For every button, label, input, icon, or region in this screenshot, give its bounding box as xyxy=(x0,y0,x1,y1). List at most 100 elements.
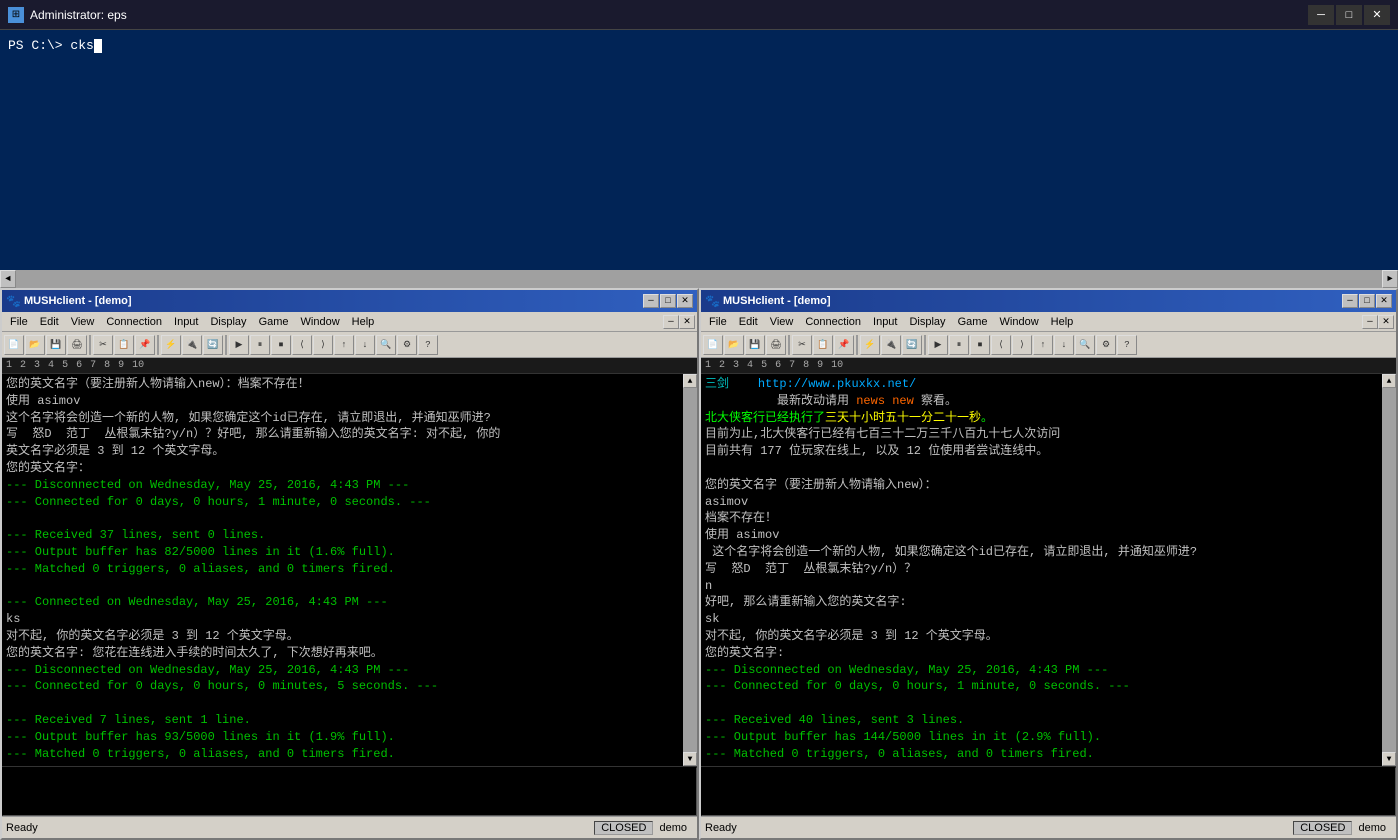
rtb-b8[interactable]: 🔍 xyxy=(1075,335,1095,355)
right-win-controls: ─ □ ✕ xyxy=(1342,294,1392,308)
rtb-b7[interactable]: ↓ xyxy=(1054,335,1074,355)
left-menu-display[interactable]: Display xyxy=(204,312,252,331)
scroll-right-btn[interactable]: ► xyxy=(1382,270,1398,288)
left-menu-view[interactable]: View xyxy=(65,312,101,331)
tb-open[interactable]: 📂 xyxy=(25,335,45,355)
left-statusbar: Ready CLOSED demo xyxy=(2,816,697,838)
left-inner-min[interactable]: ─ xyxy=(663,315,679,329)
tb-b7[interactable]: ↓ xyxy=(355,335,375,355)
rtb-b10[interactable]: ? xyxy=(1117,335,1137,355)
right-content[interactable]: 三剑 http://www.pkuxkx.net/ 最新改动请用 news ne… xyxy=(701,374,1382,766)
right-menu-view[interactable]: View xyxy=(764,312,800,331)
left-menu-help[interactable]: Help xyxy=(346,312,381,331)
left-line-6: 您的英文名字： xyxy=(6,460,679,477)
right-menu-help[interactable]: Help xyxy=(1045,312,1080,331)
left-content[interactable]: 您的英文名字（要注册新人物请输入new）：档案不存在！ 使用 asimov 这个… xyxy=(2,374,683,766)
left-menu-connection[interactable]: Connection xyxy=(100,312,168,331)
ln-5: 5 xyxy=(62,360,68,371)
left-menu-edit[interactable]: Edit xyxy=(34,312,65,331)
tb-copy[interactable]: 📋 xyxy=(114,335,134,355)
tb-b8[interactable]: 🔍 xyxy=(376,335,396,355)
rtb-copy[interactable]: 📋 xyxy=(813,335,833,355)
left-maximize-btn[interactable]: □ xyxy=(660,294,676,308)
ln-9: 9 xyxy=(118,360,124,371)
rtb-cut[interactable]: ✂ xyxy=(792,335,812,355)
left-scrollbar[interactable]: ▲ ▼ xyxy=(683,374,697,766)
rtb-print[interactable]: 🖨 xyxy=(766,335,786,355)
tb-b2[interactable]: ⏸ xyxy=(250,335,270,355)
left-inner-close[interactable]: ✕ xyxy=(679,315,695,329)
rtb-b6[interactable]: ↑ xyxy=(1033,335,1053,355)
ln-10: 10 xyxy=(132,360,144,371)
tb-b4[interactable]: ⟨ xyxy=(292,335,312,355)
tb-save[interactable]: 💾 xyxy=(46,335,66,355)
right-line-22: --- Matched 0 triggers, 0 aliases, and 0… xyxy=(705,746,1378,763)
rtb-b5[interactable]: ⟩ xyxy=(1012,335,1032,355)
right-maximize-btn[interactable]: □ xyxy=(1359,294,1375,308)
tb-b1[interactable]: ▶ xyxy=(229,335,249,355)
left-scroll-up[interactable]: ▲ xyxy=(683,374,697,388)
minimize-button[interactable]: ─ xyxy=(1308,5,1334,25)
left-status-ready: Ready xyxy=(6,822,594,834)
rtb-b1[interactable]: ▶ xyxy=(928,335,948,355)
tb-disconnect[interactable]: 🔌 xyxy=(182,335,202,355)
rtb-b4[interactable]: ⟨ xyxy=(991,335,1011,355)
left-scroll-down[interactable]: ▼ xyxy=(683,752,697,766)
right-line-13: 好吧, 那么请重新输入您的英文名字: xyxy=(705,594,1378,611)
right-menu-connection[interactable]: Connection xyxy=(799,312,867,331)
close-button[interactable]: ✕ xyxy=(1364,5,1390,25)
rtb-b2[interactable]: ⏸ xyxy=(949,335,969,355)
right-input[interactable] xyxy=(701,767,1396,816)
left-line-20 xyxy=(6,695,679,712)
maximize-button[interactable]: □ xyxy=(1336,5,1362,25)
left-menu-window[interactable]: Window xyxy=(295,312,346,331)
tb-reconnect[interactable]: 🔄 xyxy=(203,335,223,355)
tb-connect[interactable]: ⚡ xyxy=(161,335,181,355)
right-menu-edit[interactable]: Edit xyxy=(733,312,764,331)
rtb-save[interactable]: 💾 xyxy=(745,335,765,355)
left-menu-game[interactable]: Game xyxy=(253,312,295,331)
left-input[interactable] xyxy=(2,767,697,816)
tb-b3[interactable]: ⏹ xyxy=(271,335,291,355)
left-minimize-btn[interactable]: ─ xyxy=(643,294,659,308)
right-inner-close[interactable]: ✕ xyxy=(1378,315,1394,329)
rtb-paste[interactable]: 📌 xyxy=(834,335,854,355)
tb-print[interactable]: 🖨 xyxy=(67,335,87,355)
left-scroll-track[interactable] xyxy=(683,388,697,752)
right-scroll-down[interactable]: ▼ xyxy=(1382,752,1396,766)
tb-b9[interactable]: ⚙ xyxy=(397,335,417,355)
rtb-b9[interactable]: ⚙ xyxy=(1096,335,1116,355)
tb-cut[interactable]: ✂ xyxy=(93,335,113,355)
rtb-disconnect[interactable]: 🔌 xyxy=(881,335,901,355)
right-status-closed: CLOSED xyxy=(1293,821,1352,835)
tb-b6[interactable]: ↑ xyxy=(334,335,354,355)
rtb-b3[interactable]: ⏹ xyxy=(970,335,990,355)
tb-b10[interactable]: ? xyxy=(418,335,438,355)
left-menu-file[interactable]: File xyxy=(4,312,34,331)
right-line-19 xyxy=(705,695,1378,712)
tb-new[interactable]: 📄 xyxy=(4,335,24,355)
right-menu-file[interactable]: File xyxy=(703,312,733,331)
right-menu-game[interactable]: Game xyxy=(952,312,994,331)
right-scroll-up[interactable]: ▲ xyxy=(1382,374,1396,388)
right-close-btn[interactable]: ✕ xyxy=(1376,294,1392,308)
right-minimize-btn[interactable]: ─ xyxy=(1342,294,1358,308)
scroll-left-btn[interactable]: ◄ xyxy=(0,270,16,288)
tb-paste[interactable]: 📌 xyxy=(135,335,155,355)
rtb-reconnect[interactable]: 🔄 xyxy=(902,335,922,355)
scroll-track[interactable] xyxy=(16,270,1382,288)
tb-b5[interactable]: ⟩ xyxy=(313,335,333,355)
right-scroll-track[interactable] xyxy=(1382,388,1396,752)
rtb-new[interactable]: 📄 xyxy=(703,335,723,355)
right-scrollbar[interactable]: ▲ ▼ xyxy=(1382,374,1396,766)
horizontal-scrollbar[interactable]: ◄ ► xyxy=(0,270,1398,288)
right-inner-min[interactable]: ─ xyxy=(1362,315,1378,329)
right-menu-display[interactable]: Display xyxy=(903,312,951,331)
left-menu-input[interactable]: Input xyxy=(168,312,204,331)
rtb-open[interactable]: 📂 xyxy=(724,335,744,355)
right-menu-window[interactable]: Window xyxy=(994,312,1045,331)
right-app-icon: 🐾 xyxy=(705,294,719,308)
rtb-connect[interactable]: ⚡ xyxy=(860,335,880,355)
right-menu-input[interactable]: Input xyxy=(867,312,903,331)
left-close-btn[interactable]: ✕ xyxy=(677,294,693,308)
